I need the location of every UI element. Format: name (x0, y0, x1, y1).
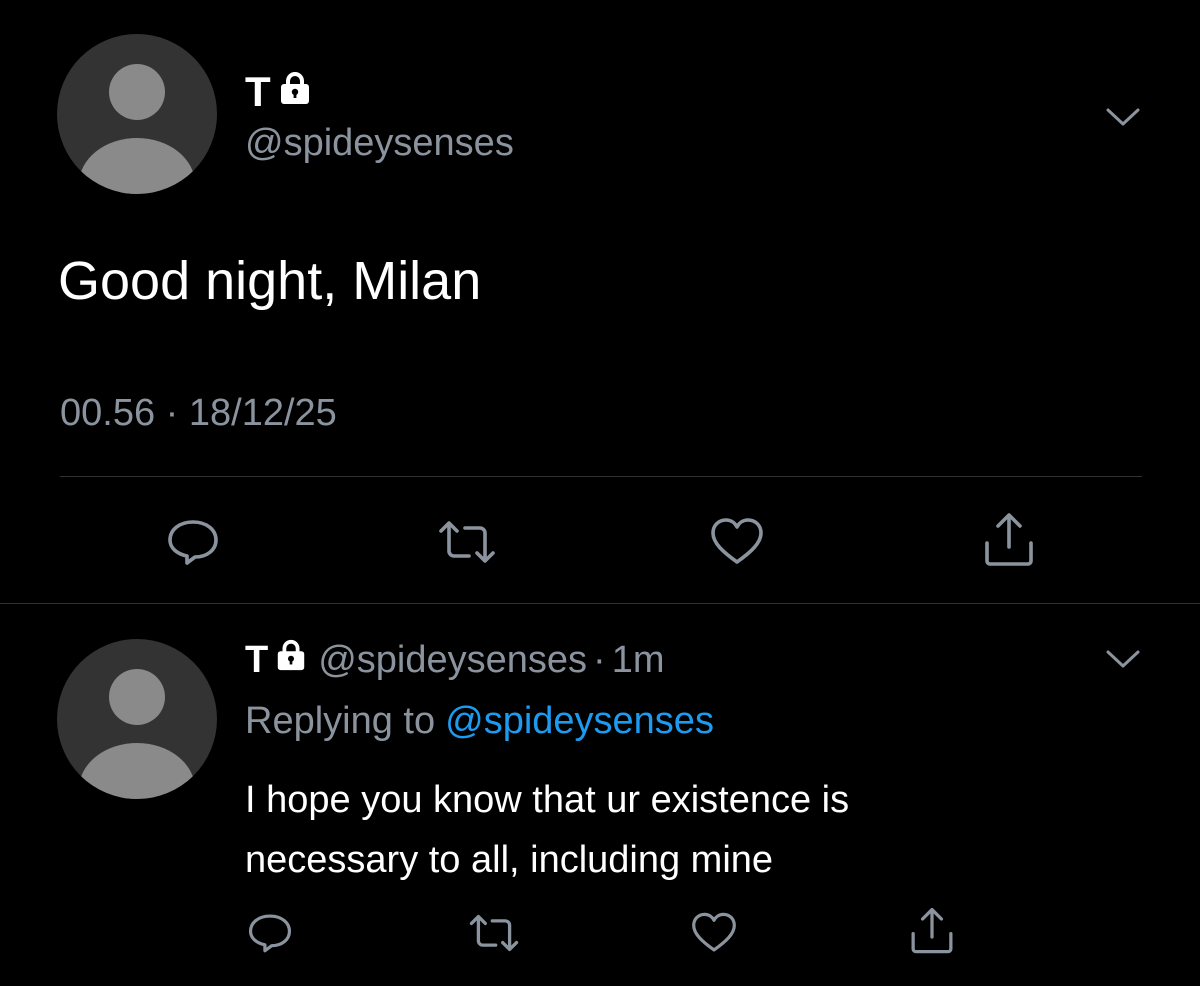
main-tweet-display-name[interactable]: T (245, 68, 313, 116)
main-tweet-avatar[interactable] (57, 34, 217, 194)
heart-icon (692, 912, 736, 952)
display-name-text: T (245, 68, 271, 115)
replying-to-label: Replying to (245, 700, 436, 742)
default-profile-avatar-icon (79, 64, 195, 194)
share-icon (985, 513, 1033, 566)
comment-icon (168, 520, 218, 565)
main-retweet-button[interactable] (436, 514, 498, 570)
main-tweet-text: Good night, Milan (58, 251, 482, 311)
lock-icon (274, 638, 308, 682)
reply-tweet-text: I hope you know that ur existence is nec… (245, 770, 1145, 890)
display-name-text: T (245, 638, 269, 681)
main-reply-button[interactable] (162, 514, 224, 570)
chevron-down-icon (1106, 650, 1140, 668)
lock-icon (277, 68, 313, 116)
reply-tweet-menu-button[interactable] (1105, 648, 1141, 675)
reply-tweet-header: T @spideysenses · 1m (245, 638, 665, 682)
tweet-separator (0, 603, 1200, 604)
separator-dot: · (593, 638, 606, 681)
reply-reply-button[interactable] (242, 908, 298, 958)
replying-to-mention-link[interactable]: @spideysenses (445, 700, 714, 742)
reply-tweet-handle[interactable]: @spideysenses (318, 639, 587, 682)
reply-like-button[interactable] (686, 908, 742, 958)
divider (60, 476, 1142, 477)
main-tweet-handle[interactable]: @spideysenses (245, 122, 514, 165)
reply-text-line: I hope you know that ur existence is (245, 779, 850, 821)
main-share-button[interactable] (978, 510, 1040, 570)
reply-tweet-avatar[interactable] (57, 639, 217, 799)
reply-text-line: necessary to all, including mine (245, 839, 774, 881)
retweet-icon (469, 914, 519, 952)
main-like-button[interactable] (706, 514, 768, 570)
heart-icon (711, 518, 763, 564)
main-tweet-menu-button[interactable] (1105, 106, 1141, 133)
reply-share-button[interactable] (904, 904, 960, 958)
retweet-icon (439, 521, 495, 563)
reply-tweet-display-name[interactable]: T (245, 638, 308, 682)
main-tweet-timestamp[interactable]: 00.56 · 18/12/25 (60, 392, 337, 435)
chevron-down-icon (1106, 108, 1140, 126)
default-profile-avatar-icon (79, 669, 195, 799)
reply-retweet-button[interactable] (466, 908, 522, 958)
reply-tweet-time[interactable]: 1m (612, 639, 665, 682)
comment-icon (248, 914, 292, 953)
share-icon (911, 907, 953, 954)
replying-to-line: Replying to @spideysenses (245, 700, 714, 743)
